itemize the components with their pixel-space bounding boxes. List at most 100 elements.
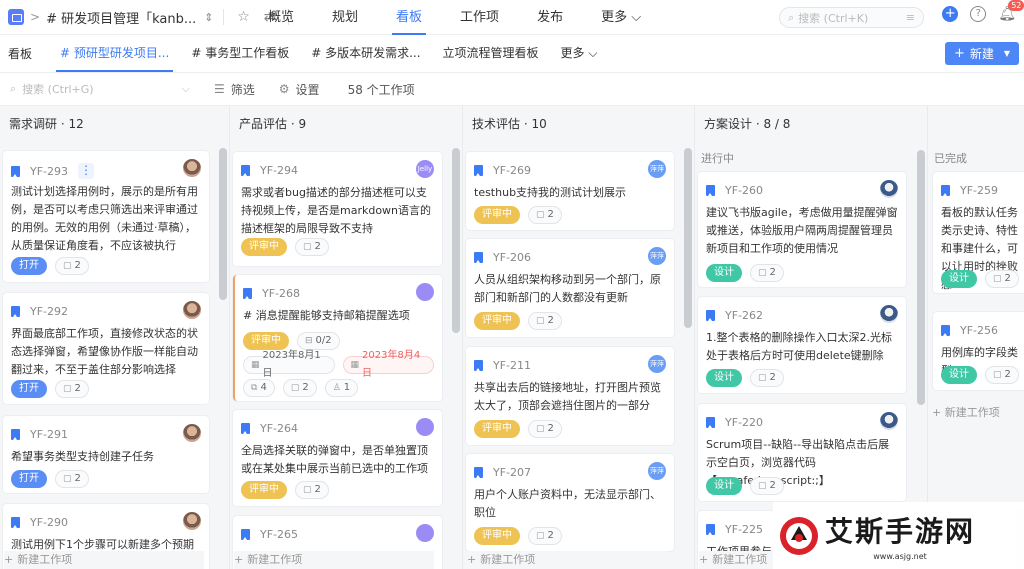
status-badge[interactable]: 打开 xyxy=(11,470,47,488)
board-search-placeholder: 搜索 (Ctrl+G) xyxy=(22,83,94,96)
avatar[interactable] xyxy=(183,159,201,177)
avatar[interactable] xyxy=(416,283,434,301)
work-item-card[interactable]: YF-294 Jelly 需求或者bug描述的部分描述框可以支持视频上传，是否是… xyxy=(233,152,442,266)
work-item-card[interactable]: YF-262 1.整个表格的删除操作入口太深2.光标处于表格后方时可使用dele… xyxy=(698,297,906,393)
avatar[interactable]: 萍萍 xyxy=(648,247,666,265)
status-badge[interactable]: 设计 xyxy=(706,477,742,495)
work-item-title: 共享出去后的链接地址，打开图片预览太大了，顶部会遮挡住图片的一部分 xyxy=(474,381,661,412)
avatar[interactable] xyxy=(183,424,201,442)
status-badge[interactable]: 设计 xyxy=(706,369,742,387)
avatar[interactable]: 萍萍 xyxy=(648,355,666,373)
nav-more[interactable]: 更多 ⌵ xyxy=(601,0,641,35)
work-item-title: 1.整个表格的删除操作入口太深2.光标处于表格后方时可使用delete键删除 xyxy=(706,331,892,362)
bookmark-icon xyxy=(11,306,20,317)
comment-count: ▢ 2 xyxy=(985,270,1019,288)
work-item-card[interactable]: YF-291 希望事务类型支持创建子任务 打开 ▢ 2 xyxy=(3,416,209,493)
add-work-item-button[interactable]: + 新建工作项 xyxy=(234,551,434,569)
chevron-down-icon[interactable]: ⌵ xyxy=(182,82,190,96)
add-icon[interactable]: + xyxy=(942,6,959,22)
status-badge[interactable]: 打开 xyxy=(11,257,47,275)
avatar[interactable] xyxy=(416,418,434,436)
avatar[interactable] xyxy=(183,301,201,319)
avatar[interactable] xyxy=(416,524,434,542)
work-item-card[interactable]: YF-269 萍萍 testhub支持我的测试计划展示 评审中 ▢ 2 xyxy=(466,152,674,230)
status-badge[interactable]: 评审中 xyxy=(474,527,520,545)
add-work-item-button[interactable]: + 新建工作项 xyxy=(467,551,667,569)
scrollbar[interactable] xyxy=(452,148,460,333)
filter-button[interactable]: ☰ 筛选 xyxy=(214,81,255,98)
comment-icon: ▢ xyxy=(993,274,1002,284)
status-badge[interactable]: 评审中 xyxy=(241,238,287,256)
due-date[interactable]: ▦ 2023年8月4日 xyxy=(342,350,434,379)
nav-release[interactable]: 发布 xyxy=(537,0,563,35)
scrollbar[interactable] xyxy=(684,148,692,328)
avatar[interactable]: Jelly xyxy=(416,160,434,178)
status-badge[interactable]: 打开 xyxy=(11,380,47,398)
work-item-title: 全局选择关联的弹窗中，是否单独置顶或在某处集中展示当前已选中的工作项 xyxy=(241,444,428,475)
nav-plan[interactable]: 规划 xyxy=(332,0,358,35)
scrollbar[interactable] xyxy=(917,150,925,405)
scrollbar[interactable] xyxy=(219,148,227,300)
work-item-title: 建议飞书版agile，考虑做用量提醒弹窗或推送，体验版用户隔两周提醒管理员新项目… xyxy=(706,206,898,255)
tab-board-2[interactable]: # 事务型工作看板 xyxy=(183,35,297,72)
work-item-card[interactable]: YF-264 全局选择关联的弹窗中，是否单独置顶或在某处集中展示当前已选中的工作… xyxy=(233,410,442,506)
add-work-item-button[interactable]: + 新建工作项 xyxy=(4,551,204,569)
project-switch-icon[interactable]: ⇕ xyxy=(204,11,213,24)
work-item-card[interactable]: YF-293 ⋮ 测试计划选择用例时，展示的是所有用例，是否可以考虑只筛选出来评审… xyxy=(3,151,209,282)
work-item-title: testhub支持我的测试计划展示 xyxy=(474,186,627,199)
avatar[interactable] xyxy=(183,512,201,530)
star-icon[interactable]: ☆ xyxy=(234,8,252,26)
caret-down-icon[interactable]: ▼ xyxy=(1004,49,1010,58)
status-badge[interactable]: 评审中 xyxy=(474,312,520,330)
work-item-card[interactable]: YF-259 看板的默认任务类示史诗、特性和事建什么，可以让用时的挫败感 设计▢… xyxy=(933,172,1024,293)
tab-more[interactable]: 更多 ⌵ xyxy=(553,35,606,72)
tab-board-1[interactable]: # 预研型研发项目... xyxy=(52,35,177,72)
comment-icon: ▢ xyxy=(303,485,312,495)
status-badge[interactable]: 评审中 xyxy=(241,481,287,499)
tab-board-4[interactable]: 立项流程管理看板 xyxy=(435,35,547,72)
avatar[interactable]: 萍萍 xyxy=(648,462,666,480)
project-name[interactable]: # 研发项目管理「kanb... xyxy=(46,8,196,27)
work-item-card[interactable]: YF-220 Scrum项目--缺陷--导出缺陷点击后展示空白页，浏览器代码【u… xyxy=(698,404,906,501)
work-item-card[interactable]: YF-206 萍萍 人员从组织架构移动到另一个部门，原部门和新部门的人数都没有更… xyxy=(466,239,674,337)
nav-workitems[interactable]: 工作项 xyxy=(460,0,499,35)
more-icon[interactable]: ⋮ xyxy=(78,163,95,179)
nav-board[interactable]: 看板 xyxy=(392,0,427,35)
work-item-card[interactable]: YF-256 用例库的字段类型 设计▢2 xyxy=(933,312,1024,390)
status-badge[interactable]: 设计 xyxy=(706,264,742,282)
avatar[interactable] xyxy=(880,180,898,198)
start-date[interactable]: ▦ 2023年8月1日 xyxy=(243,350,335,379)
help-icon[interactable]: ? xyxy=(970,6,987,22)
work-item-card[interactable]: YF-268 # 消息提醒能够支持邮箱提醒选项 评审中 ⊟ 0/2 ▦ 2023年8月… xyxy=(233,275,442,401)
status-badge[interactable]: 评审中 xyxy=(474,420,520,438)
board-search-input[interactable]: ⌕ 搜索 (Ctrl+G) ⌵ xyxy=(10,81,190,97)
avatar[interactable]: 萍萍 xyxy=(648,160,666,178)
add-work-item-button[interactable]: + 新建工作项 xyxy=(932,404,1000,420)
bookmark-icon xyxy=(706,524,715,535)
link-icon: ⧉ xyxy=(251,383,258,393)
bell-icon[interactable]: 🔔︎ 52 xyxy=(998,0,1024,22)
work-item-card[interactable]: YF-260 建议飞书版agile，考虑做用量提醒弹窗或推送，体验版用户隔两周提… xyxy=(698,172,906,287)
work-item-card[interactable]: YF-292 界面最底部工作项，直接修改状态的状态选择弹窗，希望像协作版一样能自… xyxy=(3,293,209,404)
notification-badge: 52 xyxy=(1008,0,1024,11)
status-badge[interactable]: 设计 xyxy=(941,366,977,384)
status-badge[interactable]: 设计 xyxy=(941,270,977,288)
status-badge[interactable]: 评审中 xyxy=(474,206,520,224)
settings-button[interactable]: ⚙ 设置 xyxy=(279,81,320,98)
work-item-card[interactable]: YF-207 萍萍 用户个人账户资料中，无法显示部门、职位 评审中 ▢ 2 xyxy=(466,454,674,551)
new-button[interactable]: + 新建 ▼ xyxy=(945,42,1019,65)
filter-icon[interactable]: ≡ xyxy=(906,11,915,24)
avatar[interactable] xyxy=(880,412,898,430)
work-item-card[interactable]: YF-211 萍萍 共享出去后的链接地址，打开图片预览太大了，顶部会遮挡住图片的… xyxy=(466,347,674,445)
work-item-title: # 消息提醒能够支持邮箱提醒选项 xyxy=(243,309,410,322)
nav-overview[interactable]: 概览 xyxy=(268,0,294,35)
tab-board-3[interactable]: # 多版本研发需求... xyxy=(303,35,428,72)
app-icon[interactable] xyxy=(8,9,24,25)
work-item-id: YF-207 xyxy=(493,466,532,479)
comment-count: ▢ 2 xyxy=(750,369,784,387)
comment-count: ▢ 2 xyxy=(750,477,784,495)
top-nav: 概览 规划 看板 工作项 发布 更多 ⌵ xyxy=(268,0,679,35)
avatar[interactable] xyxy=(880,305,898,323)
global-search-input[interactable]: ⌕ 搜索 (Ctrl+K) ≡ xyxy=(779,7,924,28)
settings-icon: ⚙ xyxy=(278,82,290,96)
